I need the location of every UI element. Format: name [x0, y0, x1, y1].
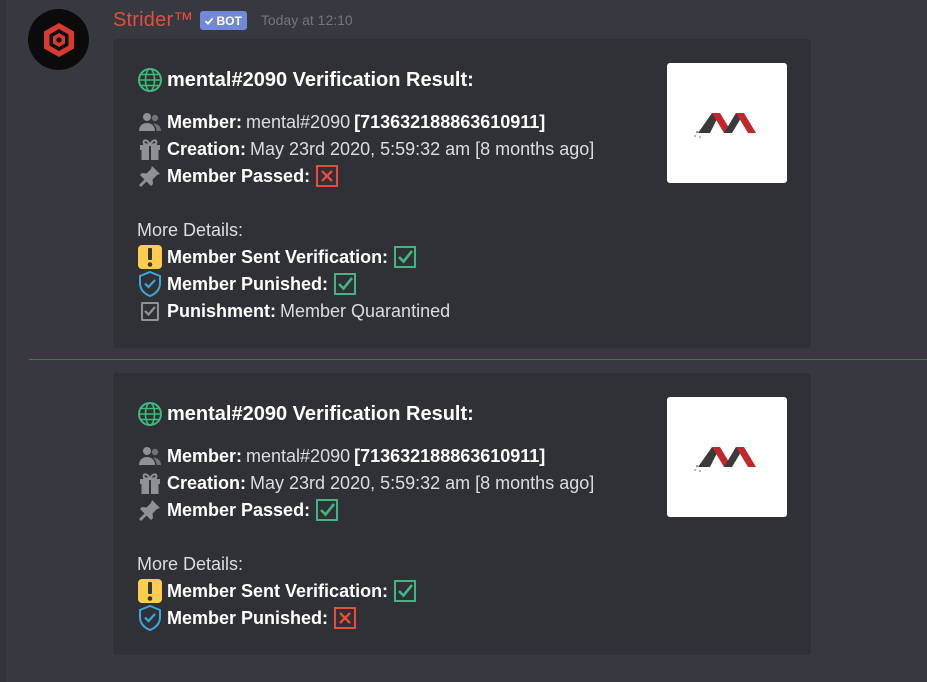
passed-label: Member Passed: [167, 165, 311, 186]
creation-value: May 23rd 2020, 5:59:32 am [8 months ago] [250, 472, 595, 493]
member-line: Member: mental#2090 [713632188863610911] [137, 109, 545, 135]
embed: mental#2090 Verification Result: Member:… [113, 373, 811, 655]
creation-line: Creation: May 23rd 2020, 5:59:32 am [8 m… [137, 136, 594, 162]
username[interactable]: Strider™ [113, 9, 194, 32]
sent-verification-label: Member Sent Verification: [167, 246, 389, 267]
more-details-line: More Details: [137, 551, 243, 577]
chat-left-edge [0, 0, 6, 682]
creation-line: Creation: May 23rd 2020, 5:59:32 am [8 m… [137, 470, 594, 496]
embed-title-text: mental#2090 Verification Result: [167, 402, 474, 425]
passed-line: Member Passed: [137, 497, 339, 523]
gift-icon [137, 470, 163, 496]
embed: mental#2090 Verification Result: Member:… [113, 39, 811, 348]
check-icon [394, 580, 417, 602]
cross-icon [334, 607, 357, 629]
globe-icon [137, 401, 163, 427]
check-icon [394, 246, 417, 268]
embed-title: mental#2090 Verification Result: [137, 67, 474, 93]
member-label: Member: [167, 445, 243, 466]
shield-icon [137, 605, 163, 631]
member-value: mental#2090 [246, 445, 351, 466]
punished-label: Member Punished: [167, 273, 329, 294]
creation-label: Creation: [167, 138, 247, 159]
sent-verification-line: Member Sent Verification: [137, 578, 417, 604]
check-icon [334, 273, 357, 295]
member-id: [713632188863610911] [354, 111, 546, 132]
pin-icon [137, 163, 163, 189]
m-logo-icon [694, 447, 756, 472]
members-icon [137, 443, 163, 469]
member-id: [713632188863610911] [354, 445, 546, 466]
punishment-value: Member Quarantined [280, 300, 451, 321]
check-icon [316, 499, 339, 521]
timestamp: Today at 12:10 [260, 12, 353, 28]
member-label: Member: [167, 111, 243, 132]
embed-title-text: mental#2090 Verification Result: [167, 68, 474, 91]
more-details-label: More Details: [137, 219, 244, 240]
sent-verification-label: Member Sent Verification: [167, 580, 389, 601]
bot-tag-label: BOT [216, 13, 242, 28]
members-icon [137, 109, 163, 135]
punished-label: Member Punished: [167, 607, 329, 628]
punished-line: Member Punished: [137, 271, 357, 297]
punishment-label: Punishment: [167, 300, 277, 321]
globe-icon [137, 67, 163, 93]
gift-icon [137, 136, 163, 162]
punished-line: Member Punished: [137, 605, 357, 631]
creation-label: Creation: [167, 472, 247, 493]
passed-line: Member Passed: [137, 163, 339, 189]
embed-title: mental#2090 Verification Result: [137, 401, 474, 427]
warning-icon [137, 578, 163, 604]
member-line: Member: mental#2090 [713632188863610911] [137, 443, 545, 469]
pin-icon [137, 497, 163, 523]
embed-thumbnail[interactable] [667, 397, 787, 517]
bot-tag: BOT [199, 10, 247, 30]
cross-icon [316, 165, 339, 187]
member-value: mental#2090 [246, 111, 351, 132]
more-details-label: More Details: [137, 553, 244, 574]
passed-label: Member Passed: [167, 499, 311, 520]
shield-icon [137, 271, 163, 297]
clipboard-icon [137, 298, 163, 324]
punishment-line: Punishment: Member Quarantined [137, 298, 450, 324]
verified-check-icon [204, 17, 213, 25]
m-logo-icon [694, 113, 756, 138]
more-details-line: More Details: [137, 217, 243, 243]
new-messages-divider [29, 359, 927, 360]
sent-verification-line: Member Sent Verification: [137, 244, 417, 270]
embed-thumbnail[interactable] [667, 63, 787, 183]
message-header: Strider™ BOT Today at 12:10 [113, 7, 353, 33]
avatar[interactable] [28, 9, 89, 70]
creation-value: May 23rd 2020, 5:59:32 am [8 months ago] [250, 138, 595, 159]
bot-logo-icon [43, 22, 74, 57]
warning-icon [137, 244, 163, 270]
